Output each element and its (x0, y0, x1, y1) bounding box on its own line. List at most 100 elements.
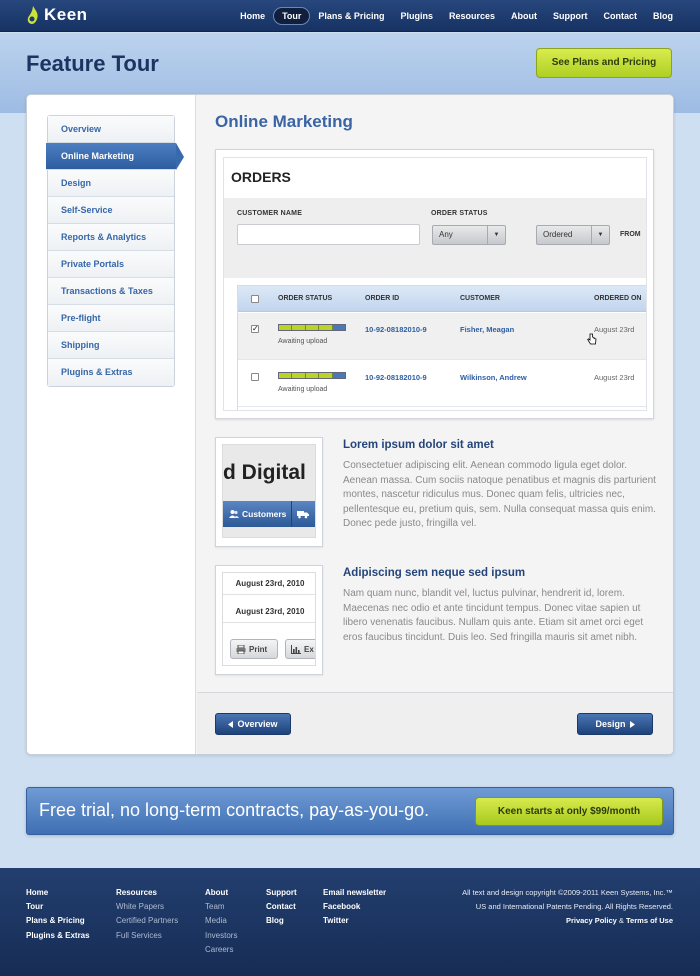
orders-table: ORDER STATUS ORDER ID CUSTOMER ORDERED O… (237, 285, 646, 410)
nav-resources[interactable]: Resources (441, 7, 503, 25)
feature-1-title: Lorem ipsum dolor sit amet (343, 439, 494, 451)
customer-name-input[interactable] (237, 224, 420, 245)
orders-view: ORDERS CUSTOMER NAME ORDER STATUS Any ▼ … (223, 157, 647, 411)
sidebar-item-reports-analytics[interactable]: Reports & Analytics (48, 224, 174, 251)
see-plans-button[interactable]: See Plans and Pricing (536, 48, 672, 78)
customers-label: Customers (242, 509, 287, 519)
sort-value: Ordered (543, 230, 573, 239)
pager-bar: Overview Design (197, 692, 673, 754)
feature-thumbnail-1[interactable]: d Digital Customers (215, 437, 323, 547)
customer-link[interactable]: Fisher, Meagan (460, 325, 514, 334)
col-ordered-on[interactable]: ORDERED ON (594, 295, 641, 302)
select-all-checkbox[interactable] (251, 295, 259, 303)
order-id-link[interactable]: 10-92-08182010-9 (365, 373, 427, 382)
nav-plugins[interactable]: Plugins (392, 7, 441, 25)
footer-link-newsletter[interactable]: Email newsletter (323, 886, 386, 900)
order-id-link[interactable]: 10-92-08182010-9 (365, 325, 427, 334)
sidebar-item-overview[interactable]: Overview (48, 116, 174, 143)
print-label: Print (249, 644, 268, 654)
preview-date-1: August 23rd, 2010 (223, 573, 315, 595)
table-row[interactable]: Awaiting upload 10-92-08182010-9 Wilkins… (238, 360, 646, 407)
table-row[interactable]: ✓ Awaiting upload 10-92-08182010-9 Fishe… (238, 313, 646, 360)
cursor-hand-icon (587, 333, 597, 345)
footer-link-tour[interactable]: Tour (26, 900, 90, 914)
brand-name: Keen (44, 5, 88, 24)
copyright-line-2: US and International Patents Pending. Al… (475, 902, 673, 912)
nav-about[interactable]: About (503, 7, 545, 25)
footer-link-certified-partners[interactable]: Certified Partners (116, 914, 178, 928)
chevron-down-icon: ▼ (591, 226, 609, 244)
main-nav: Home Tour Plans & Pricing Plugins Resour… (232, 0, 700, 32)
row-checkbox-checked[interactable]: ✓ (251, 325, 259, 333)
feature-thumbnail-2[interactable]: August 23rd, 2010 August 23rd, 2010 Prin… (215, 565, 323, 675)
pricing-cta-button[interactable]: Keen starts at only $99/month (475, 797, 663, 826)
nav-support[interactable]: Support (545, 7, 596, 25)
customer-link[interactable]: Wilkinson, Andrew (460, 373, 527, 382)
progress-bar (278, 324, 346, 331)
footer-col-main: Home Tour Plans & Pricing Plugins & Extr… (26, 886, 90, 943)
footer-col-social: Email newsletter Facebook Twitter (323, 886, 386, 929)
footer-link-twitter[interactable]: Twitter (323, 914, 386, 928)
from-label: FROM (620, 231, 641, 238)
footer-link-resources[interactable]: Resources (116, 886, 178, 900)
footer-link-team[interactable]: Team (205, 900, 237, 914)
promo-text: Free trial, no long-term contracts, pay-… (39, 800, 430, 820)
logo[interactable]: Keen (26, 5, 88, 25)
feature-nav: Overview Online Marketing Design Self-Se… (46, 115, 184, 387)
footer-link-white-papers[interactable]: White Papers (116, 900, 178, 914)
row-checkbox[interactable] (251, 373, 259, 381)
sidebar-item-private-portals[interactable]: Private Portals (48, 251, 174, 278)
footer-link-plans[interactable]: Plans & Pricing (26, 914, 90, 928)
table-header: ORDER STATUS ORDER ID CUSTOMER ORDERED O… (238, 286, 646, 312)
privacy-policy-link[interactable]: Privacy Policy (566, 916, 617, 925)
sidebar-item-pre-flight[interactable]: Pre-flight (48, 305, 174, 332)
feature-2-body: Nam quam nunc, blandit vel, luctus pulvi… (343, 588, 644, 643)
sidebar: Overview Online Marketing Design Self-Se… (27, 95, 196, 754)
order-status-value: Any (439, 230, 453, 239)
prev-button[interactable]: Overview (215, 713, 291, 735)
footer-link-blog[interactable]: Blog (266, 914, 297, 928)
footer-link-media[interactable]: Media (205, 914, 237, 928)
col-customer[interactable]: CUSTOMER (460, 295, 500, 302)
orders-screenshot: ORDERS CUSTOMER NAME ORDER STATUS Any ▼ … (215, 149, 654, 419)
orders-filter-bar: CUSTOMER NAME ORDER STATUS Any ▼ Ordered… (224, 198, 646, 278)
col-order-id[interactable]: ORDER ID (365, 295, 399, 302)
footer-link-contact[interactable]: Contact (266, 900, 297, 914)
nav-blog[interactable]: Blog (645, 7, 681, 25)
sidebar-item-design[interactable]: Design (48, 170, 174, 197)
terms-of-use-link[interactable]: Terms of Use (626, 916, 673, 925)
nav-home[interactable]: Home (232, 7, 273, 25)
sort-select[interactable]: Ordered ▼ (536, 225, 610, 245)
chevron-down-icon: ▼ (487, 226, 505, 244)
customers-icon (229, 510, 239, 518)
footer-link-support[interactable]: Support (266, 886, 297, 900)
footer-link-facebook[interactable]: Facebook (323, 900, 386, 914)
nav-tour[interactable]: Tour (273, 7, 311, 25)
shipping-button (292, 501, 315, 527)
footer-link-careers[interactable]: Careers (205, 943, 237, 957)
sidebar-item-shipping[interactable]: Shipping (48, 332, 174, 359)
footer-link-plugins[interactable]: Plugins & Extras (26, 929, 90, 943)
nav-contact[interactable]: Contact (596, 7, 646, 25)
footer-link-about[interactable]: About (205, 886, 237, 900)
digital-preview: d Digital Customers (222, 444, 316, 538)
sidebar-item-plugins-extras[interactable]: Plugins & Extras (48, 359, 174, 386)
sidebar-item-online-marketing[interactable]: Online Marketing (46, 143, 184, 170)
sidebar-item-self-service[interactable]: Self-Service (48, 197, 174, 224)
top-nav: Keen Home Tour Plans & Pricing Plugins R… (0, 0, 700, 32)
customer-name-label: CUSTOMER NAME (237, 210, 303, 217)
keen-logo-icon (27, 6, 38, 24)
footer-link-investors[interactable]: Investors (205, 929, 237, 943)
order-status-select[interactable]: Any ▼ (432, 225, 506, 245)
section-title: Online Marketing (215, 112, 353, 131)
col-order-status[interactable]: ORDER STATUS (278, 295, 332, 302)
nav-plans-pricing[interactable]: Plans & Pricing (310, 7, 392, 25)
footer-col-support: Support Contact Blog (266, 886, 297, 929)
truck-icon (297, 510, 310, 518)
next-button[interactable]: Design (577, 713, 653, 735)
footer-link-home[interactable]: Home (26, 886, 90, 900)
sidebar-item-transactions-taxes[interactable]: Transactions & Taxes (48, 278, 174, 305)
preview-date-2: August 23rd, 2010 (223, 601, 315, 623)
footer-link-full-services[interactable]: Full Services (116, 929, 178, 943)
export-label: Ex (304, 644, 314, 654)
